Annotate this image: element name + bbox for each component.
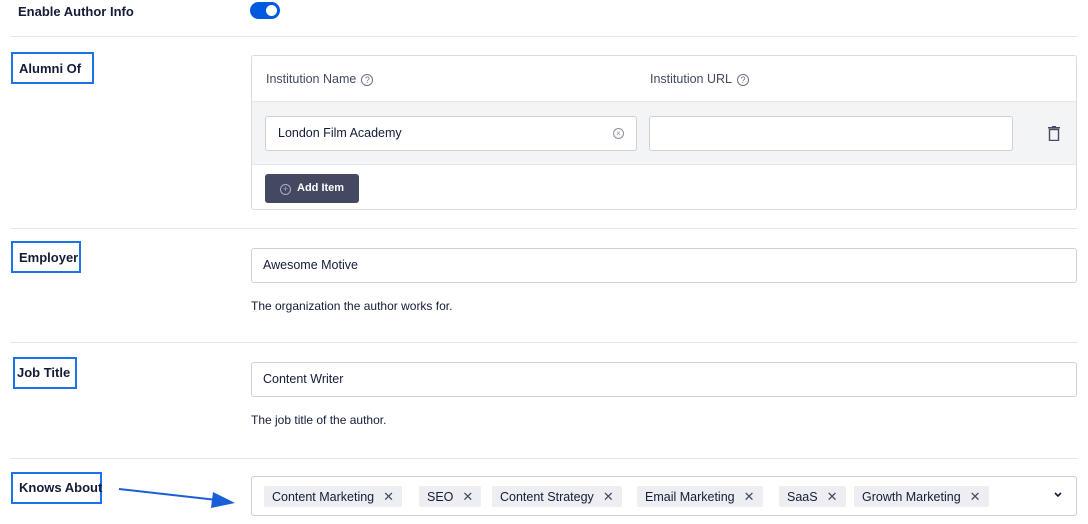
divider — [10, 458, 1078, 459]
close-icon[interactable]: ✕ — [462, 486, 473, 507]
alumni-of-repeater: Institution Name? Institution URL? Londo… — [251, 55, 1077, 210]
enable-author-info-toggle[interactable] — [250, 2, 280, 19]
close-icon[interactable]: ✕ — [383, 486, 394, 507]
institution-url-input[interactable] — [649, 116, 1013, 151]
knows-about-label: Knows About — [11, 472, 102, 504]
alumni-of-label: Alumni Of — [11, 52, 94, 84]
help-icon[interactable]: ? — [361, 74, 374, 86]
add-item-button[interactable]: + Add Item — [265, 174, 359, 203]
repeater-header: Institution Name? Institution URL? — [252, 56, 1076, 101]
job-title-input[interactable]: Content Writer — [251, 362, 1077, 397]
divider — [10, 342, 1078, 343]
employer-input[interactable]: Awesome Motive — [251, 248, 1077, 283]
divider — [10, 228, 1078, 229]
tag-growth-marketing: Growth Marketing ✕ — [854, 486, 989, 507]
tag-email-marketing: Email Marketing ✕ — [637, 486, 763, 507]
plus-circle-icon: + — [280, 184, 291, 195]
knows-about-field[interactable]: Content Marketing ✕ SEO ✕ Content Strategy… — [251, 476, 1077, 516]
close-icon[interactable]: ✕ — [744, 486, 755, 507]
institution-name-input[interactable]: London Film Academy × — [265, 116, 637, 151]
tag-saas: SaaS ✕ — [779, 486, 846, 507]
institution-url-header: Institution URL? — [650, 72, 749, 86]
divider — [10, 36, 1078, 37]
toggle-knob — [266, 5, 277, 16]
repeater-row: London Film Academy × — [252, 101, 1076, 165]
employer-description: The organization the author works for. — [251, 299, 453, 313]
tag-content-strategy: Content Strategy ✕ — [492, 486, 622, 507]
trash-icon[interactable] — [1048, 126, 1060, 141]
close-icon[interactable]: ✕ — [970, 486, 981, 507]
enable-author-info-label: Enable Author Info — [18, 4, 134, 19]
job-title-description: The job title of the author. — [251, 413, 387, 427]
tag-seo: SEO ✕ — [419, 486, 482, 507]
arrow-annotation — [118, 488, 235, 508]
job-title-label: Job Title — [13, 357, 77, 389]
help-icon[interactable]: ? — [736, 74, 749, 86]
institution-name-header: Institution Name? — [266, 72, 374, 86]
close-icon[interactable]: ✕ — [827, 486, 838, 507]
close-icon[interactable]: ✕ — [603, 486, 614, 507]
chevron-down-icon[interactable] — [1052, 489, 1064, 501]
tag-content-marketing: Content Marketing ✕ — [264, 486, 403, 507]
employer-label: Employer — [11, 241, 81, 273]
clear-icon[interactable]: × — [613, 128, 624, 139]
